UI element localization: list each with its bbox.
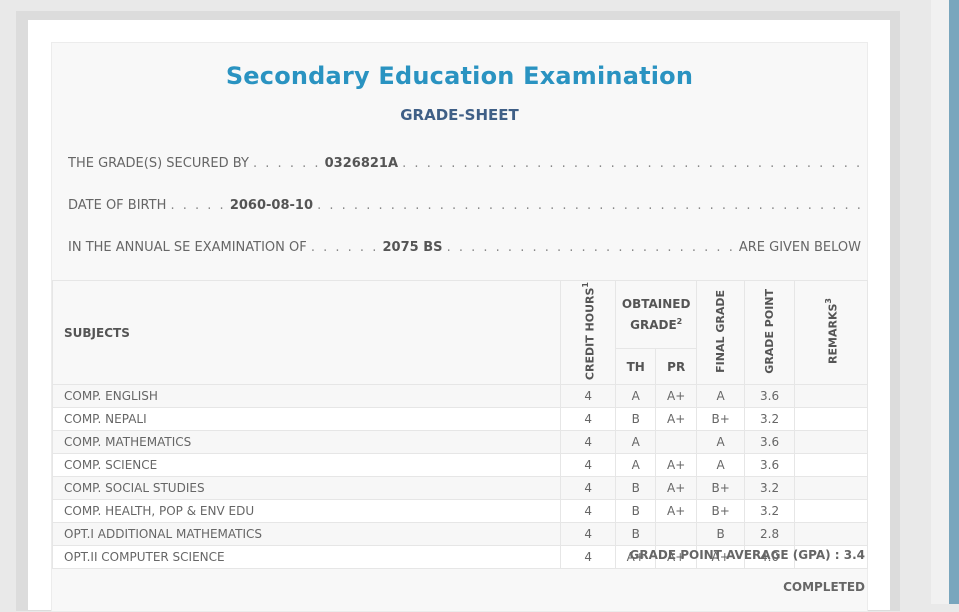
scrollbar[interactable]: [949, 0, 959, 604]
final-grade-cell: A: [696, 430, 746, 455]
grade-point-cell: 3.6: [744, 430, 796, 455]
subject-cell: OPT.I ADDITIONAL MATHEMATICS: [51, 522, 562, 547]
table-row: OPT.I ADDITIONAL MATHEMATICS 4 B B 2.8: [51, 522, 868, 547]
dot-leader: . . . . . . . . . . . . . . . . . . . . …: [317, 198, 861, 213]
subject-cell: COMP. SCIENCE: [51, 453, 562, 478]
final-grade-cell: B+: [696, 476, 746, 501]
dob-label: DATE OF BIRTH: [68, 198, 167, 213]
result-status: COMPLETED: [783, 580, 865, 594]
table-row: COMP. HEALTH, POP & ENV EDU 4 B A+ B+ 3.2: [51, 499, 868, 524]
pr-grade-cell: [655, 522, 698, 547]
subject-cell: COMP. NEPALI: [51, 407, 562, 432]
pr-grade-cell: A+: [655, 453, 698, 478]
subject-cell: COMP. SOCIAL STUDIES: [51, 476, 562, 501]
header-credit-hours: CREDIT HOURS1: [560, 279, 617, 386]
table-row: COMP. SOCIAL STUDIES 4 B A+ B+ 3.2: [51, 476, 868, 501]
exam-year: 2075 BS: [382, 240, 443, 255]
grades-table: SUBJECTS CREDIT HOURS1 OBTAINED GRADE2 F…: [51, 279, 868, 570]
table-row: COMP. ENGLISH 4 A A+ A 3.6: [51, 384, 868, 409]
credit-hours-cell: 4: [560, 453, 617, 478]
credit-hours-cell: 4: [560, 407, 617, 432]
grade-point-cell: 3.6: [744, 453, 796, 478]
subject-cell: OPT.II COMPUTER SCIENCE: [51, 545, 562, 570]
header-subjects: SUBJECTS: [51, 279, 562, 386]
grade-point-cell: 2.8: [744, 522, 796, 547]
remarks-cell: [794, 407, 868, 432]
subject-cell: COMP. MATHEMATICS: [51, 430, 562, 455]
dob-line: DATE OF BIRTH . . . . . 2060-08-10 . . .…: [68, 198, 861, 218]
final-grade-cell: A: [696, 453, 746, 478]
exam-label: IN THE ANNUAL SE EXAMINATION OF: [68, 240, 307, 255]
pr-grade-cell: A+: [655, 407, 698, 432]
grade-point-cell: 3.2: [744, 407, 796, 432]
remarks-cell: [794, 453, 868, 478]
secured-by-line: THE GRADE(S) SECURED BY . . . . . . 0326…: [68, 156, 861, 176]
header-grade-point: GRADE POINT: [744, 279, 796, 386]
grade-point-cell: 3.2: [744, 499, 796, 524]
final-grade-cell: A: [696, 384, 746, 409]
grade-rows: COMP. ENGLISH 4 A A+ A 3.6 COMP. NEPALI 4 B A+ B+ 3…: [51, 384, 868, 570]
subject-cell: COMP. ENGLISH: [51, 384, 562, 409]
header-remarks: REMARKS3: [794, 279, 868, 386]
dot-leader: . . . . . . . . . . . . . . . . . . . . …: [402, 156, 861, 171]
remarks-cell: [794, 476, 868, 501]
th-grade-cell: A: [615, 453, 657, 478]
credit-hours-cell: 4: [560, 499, 617, 524]
table-row: COMP. MATHEMATICS 4 A A 3.6: [51, 430, 868, 455]
dob-value: 2060-08-10: [229, 198, 313, 213]
th-grade-cell: B: [615, 499, 657, 524]
pr-grade-cell: [655, 430, 698, 455]
dot-leader: . . . . .: [170, 198, 226, 213]
grade-point-cell: 3.6: [744, 384, 796, 409]
remarks-cell: [794, 522, 868, 547]
pr-grade-cell: A+: [655, 499, 698, 524]
th-grade-cell: B: [615, 522, 657, 547]
pr-grade-cell: A+: [655, 476, 698, 501]
given-below-text: ARE GIVEN BELOW: [736, 240, 861, 255]
table-row: COMP. SCIENCE 4 A A+ A 3.6: [51, 453, 868, 478]
secured-label: THE GRADE(S) SECURED BY: [68, 156, 249, 171]
header-th: TH: [615, 348, 657, 386]
remarks-cell: [794, 499, 868, 524]
final-grade-cell: B: [696, 522, 746, 547]
th-grade-cell: A: [615, 384, 657, 409]
gpa-text: GRADE POINT AVERAGE (GPA) : 3.4: [629, 548, 866, 562]
remarks-cell: [794, 384, 868, 409]
final-grade-cell: B+: [696, 407, 746, 432]
credit-hours-cell: 4: [560, 430, 617, 455]
header-pr: PR: [655, 348, 698, 386]
exam-title: Secondary Education Examination: [225, 62, 694, 90]
credit-hours-cell: 4: [560, 545, 617, 570]
subject-cell: COMP. HEALTH, POP & ENV EDU: [51, 499, 562, 524]
exam-line: IN THE ANNUAL SE EXAMINATION OF . . . . …: [68, 240, 861, 260]
header-obtained-grade: OBTAINED GRADE2: [615, 279, 698, 350]
dot-leader: . . . . . .: [253, 156, 321, 171]
grade-point-cell: 3.2: [744, 476, 796, 501]
final-grade-cell: B+: [696, 499, 746, 524]
header-final-grade: FINAL GRADE: [696, 279, 746, 386]
side-rail: [931, 0, 949, 604]
sheet-subtitle: GRADE-SHEET: [400, 106, 519, 124]
pr-grade-cell: A+: [655, 384, 698, 409]
th-grade-cell: A: [615, 430, 657, 455]
remarks-cell: [794, 430, 868, 455]
credit-hours-cell: 4: [560, 384, 617, 409]
credit-hours-cell: 4: [560, 476, 617, 501]
th-grade-cell: B: [615, 407, 657, 432]
symbol-number: 0326821A: [324, 156, 399, 171]
table-row: COMP. NEPALI 4 B A+ B+ 3.2: [51, 407, 868, 432]
dot-leader: . . . . . .: [310, 240, 379, 255]
credit-hours-cell: 4: [560, 522, 617, 547]
th-grade-cell: B: [615, 476, 657, 501]
